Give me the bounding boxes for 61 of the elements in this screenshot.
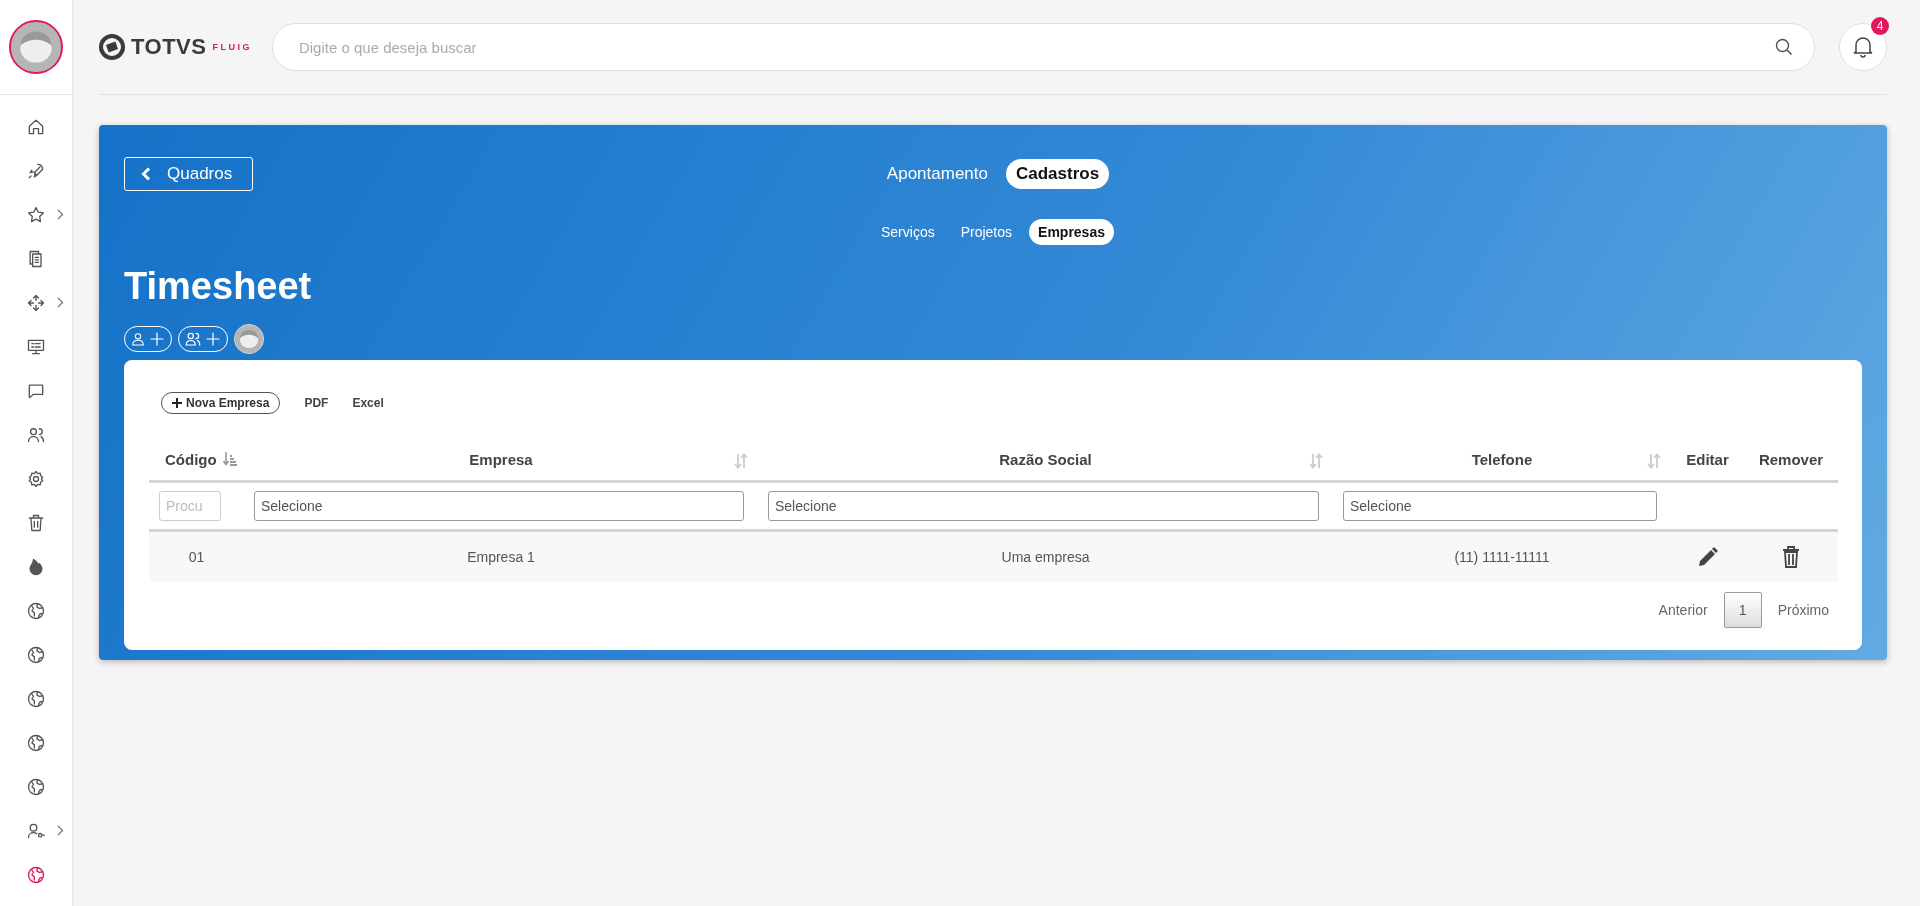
filter-select[interactable]: Selecione (768, 491, 1319, 521)
globe-icon[interactable] (26, 733, 46, 753)
tab[interactable]: Apontamento (876, 159, 998, 189)
filter-select[interactable]: Selecione (254, 491, 744, 521)
bell-icon (1853, 36, 1873, 58)
plus-icon (172, 398, 182, 408)
user-icon (130, 331, 146, 347)
column-header: Telefone (1471, 450, 1533, 468)
previous-link[interactable]: Anterior (1658, 602, 1708, 618)
column-header: Código (165, 450, 217, 468)
notifications-button[interactable] (1839, 23, 1887, 71)
filter-select[interactable]: Selecione (1343, 491, 1657, 521)
trash-icon[interactable] (26, 513, 46, 533)
export-link[interactable]: PDF (304, 396, 329, 410)
table-cell: (11) 1111-11111 (1454, 549, 1550, 565)
subtab[interactable]: Projetos (951, 219, 1022, 245)
new-company-button[interactable]: Nova Empresa (161, 392, 281, 414)
logo-brand: TOTVS (131, 34, 207, 60)
export-link[interactable]: Excel (352, 396, 384, 410)
home-icon[interactable] (26, 117, 46, 137)
chevron-left-icon (141, 167, 151, 181)
star-icon[interactable] (26, 205, 46, 225)
notification-badge: 4 (1871, 17, 1889, 35)
globe-icon[interactable] (26, 645, 46, 665)
tab[interactable]: Cadastros (1006, 159, 1110, 189)
pencil-icon[interactable] (1697, 547, 1718, 567)
subtab[interactable]: Empresas (1029, 219, 1114, 245)
table-cell: 01 (188, 549, 205, 565)
column-header: Remover (1758, 450, 1824, 468)
table-cell: Empresa 1 (467, 549, 535, 565)
column-header: Editar (1686, 450, 1729, 468)
owner-avatar (234, 324, 264, 354)
column-header: Razão Social (999, 450, 1092, 468)
rocket-icon[interactable] (26, 161, 46, 181)
globe-icon[interactable] (26, 689, 46, 709)
page-title: Timesheet (124, 265, 313, 308)
search-field[interactable]: Digite o que deseja buscar (271, 23, 1815, 71)
plus-icon (204, 330, 222, 348)
column-header: Empresa (469, 450, 533, 468)
logo-icon (99, 34, 125, 60)
table-cell: Uma empresa (1001, 549, 1090, 565)
page-button[interactable]: 1 (1723, 592, 1762, 628)
search-icon[interactable] (1775, 38, 1793, 56)
subtab[interactable]: Serviços (872, 219, 944, 245)
next-link[interactable]: Próximo (1777, 602, 1829, 618)
trash-icon[interactable] (1782, 546, 1800, 568)
sort-ascending-icon[interactable] (222, 451, 237, 467)
arrows-icon[interactable] (26, 293, 46, 313)
user-avatar[interactable] (9, 20, 63, 74)
back-button[interactable]: Quadros (124, 157, 254, 191)
users-icon (184, 330, 202, 348)
logo-product: FLUIG (212, 42, 252, 52)
globe-icon[interactable] (26, 601, 46, 621)
user-key-icon[interactable] (26, 821, 46, 841)
settings-icon[interactable] (26, 469, 46, 489)
globe-icon[interactable] (26, 777, 46, 797)
search-field[interactable]: Procu (159, 491, 221, 521)
presentation-icon[interactable] (26, 337, 46, 357)
globe-icon[interactable] (26, 865, 46, 885)
users-icon[interactable] (26, 425, 46, 445)
plus-icon (148, 330, 166, 348)
